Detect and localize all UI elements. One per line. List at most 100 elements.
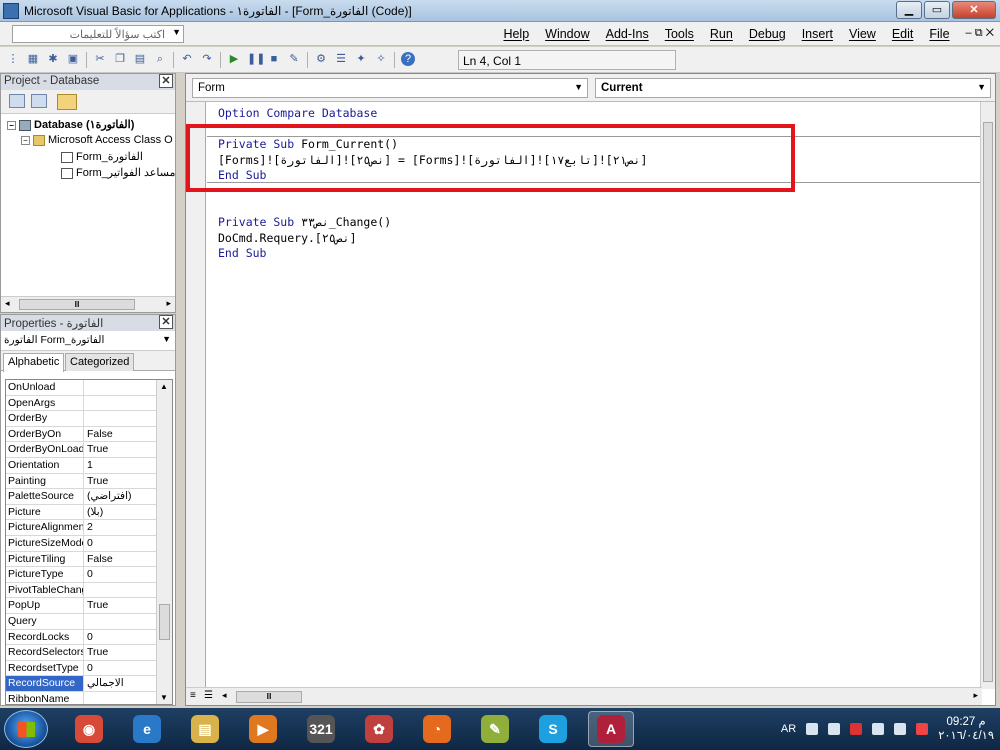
menu-insert[interactable]: Insert	[802, 27, 833, 41]
scroll-thumb[interactable]: Ⅲ	[236, 691, 302, 703]
menu-add-ins[interactable]: Add-Ins	[606, 27, 649, 41]
view-code-icon[interactable]	[9, 94, 25, 108]
code-line[interactable]: Option Compare Database	[218, 106, 647, 122]
taskbar-app-button[interactable]: e	[124, 711, 170, 747]
property-row[interactable]: OrderBy	[6, 411, 172, 427]
menu-tools[interactable]: Tools	[665, 27, 694, 41]
insert-module-icon[interactable]: ✱	[46, 52, 60, 66]
property-row[interactable]: OpenArgs	[6, 395, 172, 412]
procedure-combo[interactable]: Current ▼	[595, 78, 991, 98]
menu-file[interactable]: File	[929, 27, 949, 41]
collapse-icon[interactable]: −	[7, 120, 16, 130]
code-hscroll[interactable]: ≡ ☰ ◂ Ⅲ ▸	[186, 687, 982, 705]
help-search-input[interactable]: اكتب سؤالاً للتعليمات ▼	[12, 25, 184, 43]
property-row[interactable]: PictureSizeMode 0	[6, 535, 172, 552]
undo-icon[interactable]: ↶	[180, 52, 194, 66]
scroll-thumb[interactable]: Ⅲ	[19, 299, 135, 310]
help-icon[interactable]: ?	[401, 52, 415, 66]
procedure-view-icon[interactable]: ≡	[190, 690, 196, 701]
property-row[interactable]: Orientation 1	[6, 457, 172, 474]
scroll-left-icon[interactable]: ◂	[5, 298, 10, 309]
close-icon[interactable]: ✕	[159, 315, 173, 329]
chevron-down-icon[interactable]: ▼	[574, 82, 583, 92]
taskbar-app-button[interactable]: ▶	[240, 711, 286, 747]
project-hscroll[interactable]: ◂ Ⅲ ▸	[1, 296, 175, 312]
scroll-thumb[interactable]	[983, 122, 993, 682]
taskbar-app-button[interactable]: ◉	[66, 711, 112, 747]
object-browser-icon[interactable]: ✦	[354, 52, 368, 66]
tab-categorized[interactable]: Categorized	[65, 353, 135, 371]
property-row[interactable]: Painting True	[6, 473, 172, 490]
close-button[interactable]: ✕	[952, 1, 996, 19]
property-row[interactable]: RecordSelectors True	[6, 645, 172, 661]
tree-folder[interactable]: − Microsoft Access Class O	[7, 134, 175, 150]
taskbar-app-button[interactable]: ▤	[182, 711, 228, 747]
property-row[interactable]: Picture (بلا)	[6, 504, 172, 521]
property-row[interactable]: PictureTiling False	[6, 551, 172, 568]
menu-edit[interactable]: Edit	[892, 27, 914, 41]
scroll-down-icon[interactable]: ▼	[160, 693, 168, 702]
taskbar-app-button[interactable]: ◔	[414, 711, 460, 747]
property-row[interactable]: RecordSource الاجمالي	[6, 676, 172, 692]
property-row[interactable]: PivotTableChange	[6, 582, 172, 599]
toolbox-icon[interactable]: ✧	[374, 52, 388, 66]
property-row[interactable]: RecordLocks 0	[6, 629, 172, 646]
code-line[interactable]	[218, 200, 647, 216]
paste-icon[interactable]: ▤	[133, 52, 147, 66]
taskbar-app-button[interactable]: S	[530, 711, 576, 747]
tray-app-icon[interactable]	[828, 723, 841, 735]
scroll-right-icon[interactable]: ▸	[166, 298, 171, 309]
property-row[interactable]: OrderByOn False	[6, 426, 172, 443]
menu-view[interactable]: View	[849, 27, 876, 41]
property-row[interactable]: PopUp True	[6, 598, 172, 614]
property-row[interactable]: PictureType 0	[6, 567, 172, 583]
run-icon[interactable]: ▶	[227, 52, 241, 66]
project-explorer-icon[interactable]: ⚙	[314, 52, 328, 66]
network-icon[interactable]	[872, 723, 885, 735]
flag-icon[interactable]	[916, 723, 929, 735]
collapse-icon[interactable]: −	[21, 135, 30, 145]
property-row[interactable]: RibbonName	[6, 691, 172, 704]
tray-app-icon[interactable]	[806, 723, 819, 735]
tree-root[interactable]: − Database (الفاتورة١)	[7, 118, 175, 134]
taskbar-app-button[interactable]: ✿	[356, 711, 402, 747]
menu-help[interactable]: Help	[503, 27, 529, 41]
mdi-window-controls[interactable]: – ⧉ ✕	[966, 27, 994, 41]
property-row[interactable]: OrderByOnLoad True	[6, 442, 172, 458]
chevron-down-icon[interactable]: ▼	[977, 82, 986, 92]
code-line[interactable]: DoCmd.Requery.[نص٢٥]	[218, 231, 647, 247]
minimize-button[interactable]: ▁	[896, 1, 922, 19]
property-row[interactable]: PaletteSource (افتراضي)	[6, 489, 172, 505]
object-select[interactable]: الفاتورة Form_الفاتورة ▼	[1, 331, 175, 351]
copy-icon[interactable]: ❐	[113, 52, 127, 66]
tree-item-form-invoice[interactable]: Form_الفاتورة	[7, 150, 175, 166]
tree-item-form-assistant[interactable]: Form_مساعد الفواتير	[7, 166, 175, 182]
menu-debug[interactable]: Debug	[749, 27, 786, 41]
save-icon[interactable]: ▣	[66, 52, 80, 66]
code-line[interactable]: End Sub	[218, 246, 647, 262]
scroll-thumb[interactable]	[159, 604, 170, 640]
scroll-left-icon[interactable]: ◂	[222, 690, 227, 701]
clock[interactable]: 09:27 م ٢٠١٦/٠٤/١٩	[938, 715, 994, 743]
view-object-icon[interactable]	[31, 94, 47, 108]
code-line[interactable]: Private Sub نص٣٣_Change()	[218, 215, 647, 231]
chevron-down-icon[interactable]: ▼	[162, 334, 171, 344]
scroll-right-icon[interactable]: ▸	[973, 690, 978, 701]
shield-icon[interactable]	[850, 723, 863, 735]
object-combo[interactable]: Form ▼	[192, 78, 588, 98]
chevron-down-icon[interactable]: ▼	[169, 27, 181, 37]
code-vscroll[interactable]	[980, 102, 995, 689]
taskbar-app-button[interactable]: 321	[298, 711, 344, 747]
property-row[interactable]: OnUnload	[6, 380, 172, 396]
taskbar-app-button[interactable]: A	[588, 711, 634, 747]
break-icon[interactable]: ❚❚	[247, 52, 265, 66]
property-grid-vscroll[interactable]: ▲ ▼	[156, 380, 172, 704]
maximize-button[interactable]: ▭	[924, 1, 950, 19]
close-icon[interactable]: ✕	[159, 74, 173, 88]
menu-run[interactable]: Run	[710, 27, 733, 41]
menu-window[interactable]: Window	[545, 27, 589, 41]
cut-icon[interactable]: ✂	[93, 52, 107, 66]
view-access-icon[interactable]: ▦	[26, 52, 40, 66]
properties-window-icon[interactable]: ☰	[334, 52, 348, 66]
find-icon[interactable]: ⌕	[153, 52, 167, 66]
